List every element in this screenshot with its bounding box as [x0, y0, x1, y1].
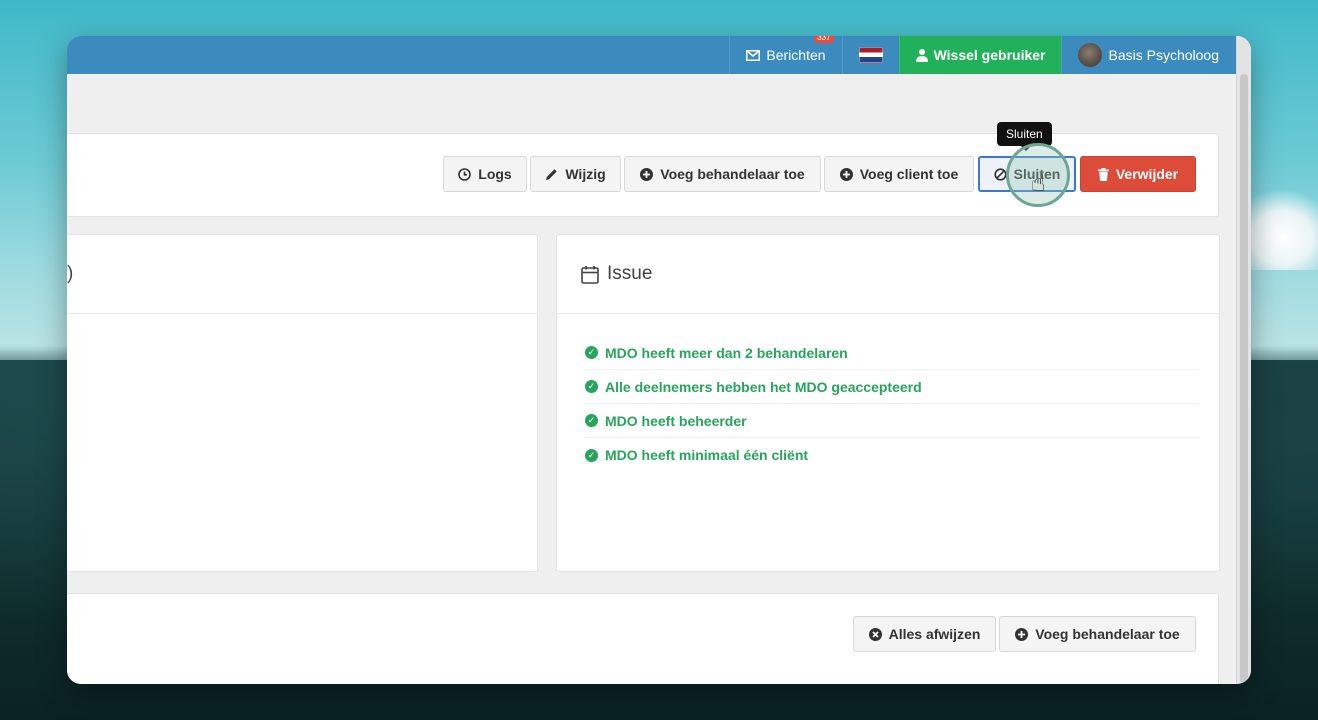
practitioners-toolbar: Alles afwijzen Voeg behandelaar toe: [67, 593, 1219, 684]
user-secret-icon: [915, 48, 928, 62]
envelope-icon: [746, 49, 761, 61]
close-tooltip: Sluiten: [997, 122, 1052, 151]
pencil-icon: [545, 168, 558, 181]
language-switch[interactable]: [841, 36, 899, 74]
delete-label: Verwijder: [1115, 166, 1179, 182]
top-navbar: Berichten 337 Wissel gebruiker Basis Psy…: [67, 36, 1237, 74]
details-panel-header: ): [67, 235, 537, 314]
browser-window: Berichten 337 Wissel gebruiker Basis Psy…: [67, 36, 1251, 684]
list-item: ✓ Alle deelnemers hebben het MDO geaccep…: [585, 370, 1199, 404]
add-client-button[interactable]: Voeg client toe: [824, 156, 974, 192]
list-item: ✓ MDO heeft beheerder: [585, 404, 1199, 438]
check-circle-icon: ✓: [585, 380, 598, 393]
clock-icon: [458, 167, 472, 181]
delete-button[interactable]: Verwijder: [1080, 156, 1196, 192]
reject-all-button[interactable]: Alles afwijzen: [853, 616, 996, 652]
add-practitioner-label: Voeg behandelaar toe: [660, 166, 805, 182]
add-practitioner-button[interactable]: Voeg behandelaar toe: [624, 156, 821, 192]
issue-text: MDO heeft beheerder: [605, 412, 747, 429]
messages-badge: 337: [814, 36, 834, 43]
switch-user-label: Wissel gebruiker: [933, 47, 1046, 63]
list-item: ✓ MDO heeft meer dan 2 behandelaren: [585, 336, 1199, 370]
logs-label: Logs: [478, 166, 512, 182]
dutch-flag-icon: [858, 47, 883, 63]
reject-all-label: Alles afwijzen: [888, 626, 981, 642]
scrollbar[interactable]: [1236, 36, 1251, 684]
issue-panel-header: Issue: [557, 235, 1219, 314]
plus-circle-icon: [839, 167, 853, 181]
issue-text: MDO heeft minimaal één cliënt: [605, 447, 809, 463]
avatar: [1078, 43, 1103, 67]
trash-icon: [1097, 167, 1109, 181]
edit-button[interactable]: Wijzig: [530, 156, 621, 192]
plus-circle-icon: [1015, 627, 1029, 641]
user-menu[interactable]: Basis Psycholoog: [1061, 36, 1237, 74]
scrollbar-thumb[interactable]: [1240, 74, 1248, 684]
logs-button[interactable]: Logs: [443, 156, 527, 192]
issue-panel: Issue ✓ MDO heeft meer dan 2 behandelare…: [556, 234, 1220, 572]
check-circle-icon: ✓: [585, 448, 598, 462]
plus-circle-icon: [640, 167, 654, 181]
ban-icon: [994, 167, 1007, 181]
issue-text: Alle deelnemers hebben het MDO geaccepte…: [605, 378, 922, 395]
add-practitioner-bottom-button[interactable]: Voeg behandelaar toe: [999, 616, 1196, 652]
switch-user-button[interactable]: Wissel gebruiker: [898, 36, 1062, 74]
check-circle-icon: ✓: [585, 346, 598, 359]
user-name: Basis Psycholoog: [1108, 47, 1219, 63]
check-circle-icon: ✓: [585, 414, 598, 427]
calendar-icon: [581, 265, 599, 284]
list-item: ✓ MDO heeft minimaal één cliënt: [585, 438, 1199, 472]
add-client-label: Voeg client toe: [859, 166, 959, 182]
edit-label: Wijzig: [565, 166, 606, 182]
details-panel: ): [67, 234, 538, 572]
issue-list: ✓ MDO heeft meer dan 2 behandelaren ✓ Al…: [557, 314, 1219, 472]
add-practitioner-bottom-label: Voeg behandelaar toe: [1035, 626, 1180, 642]
messages-label: Berichten: [766, 47, 826, 63]
issue-panel-title: Issue: [607, 263, 653, 284]
details-panel-title: ): [67, 263, 74, 284]
times-circle-icon: [868, 627, 882, 641]
messages-link[interactable]: Berichten 337: [729, 36, 841, 74]
issue-text: MDO heeft meer dan 2 behandelaren: [605, 344, 848, 361]
hand-cursor-icon: ☝: [1031, 170, 1046, 197]
